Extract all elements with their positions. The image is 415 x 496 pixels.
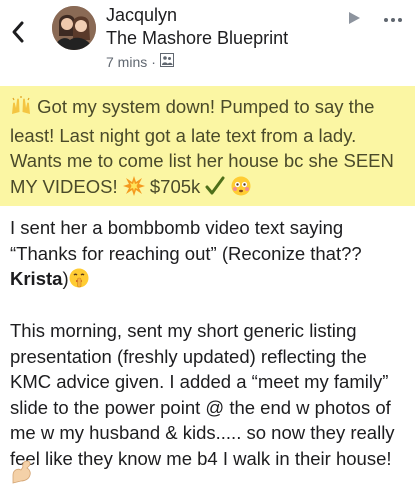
highlighted-text: Got my system down! Pumped to say the le… [10, 96, 394, 197]
price-text: $705k [149, 175, 201, 197]
group-name[interactable]: The Mashore Blueprint [106, 28, 288, 49]
post-header: Jacqulyn The Mashore Blueprint 7 mins · [0, 0, 415, 78]
paragraph-2-text: This morning, sent my short generic list… [10, 320, 395, 469]
highlighted-paragraph: Got my system down! Pumped to say the le… [10, 94, 412, 202]
collision-icon [122, 175, 145, 203]
meta-separator: · [151, 53, 156, 70]
post-meta: 7 mins · [106, 53, 174, 70]
paragraph-1-text: I sent her a bombbomb video text saying … [10, 217, 362, 264]
post-paragraph-1: I sent her a bombbomb video text saying … [10, 215, 412, 295]
post-author[interactable]: Jacqulyn [106, 5, 177, 26]
flushed-face-icon [231, 176, 251, 203]
shushing-face-icon [69, 268, 89, 295]
flexed-biceps-icon [10, 459, 36, 485]
post-paragraph-2: This morning, sent my short generic list… [10, 318, 412, 471]
play-arrow-icon[interactable] [347, 11, 361, 25]
more-options-icon[interactable] [378, 10, 408, 30]
avatar[interactable] [52, 6, 96, 50]
tagged-name[interactable]: Krista [10, 268, 62, 289]
check-mark-icon [205, 176, 225, 203]
members-icon [159, 53, 174, 70]
post-timestamp[interactable]: 7 mins [106, 54, 147, 70]
chevron-left-icon[interactable] [6, 16, 30, 48]
raised-hands-icon [10, 96, 32, 123]
